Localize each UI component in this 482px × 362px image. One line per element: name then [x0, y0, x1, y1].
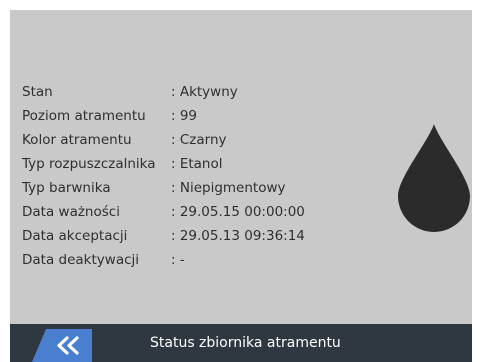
- deactivation-date-label: Data deaktywacji: [22, 252, 140, 268]
- dye-type-label: Typ barwnika: [22, 180, 111, 196]
- info-row-acceptance-date: Data akceptacji : 29.05.13 09:36:14: [22, 224, 305, 248]
- screen-title: Status zbiornika atramentu: [150, 335, 341, 351]
- info-row-expiry-date: Data ważności : 29.05.15 00:00:00: [22, 200, 305, 224]
- info-row-status: Stan : Aktywny: [22, 80, 305, 104]
- info-row-ink-color: Kolor atramentu : Czarny: [22, 128, 305, 152]
- solvent-type-value: : Etanol: [171, 156, 223, 172]
- ink-level-value: : 99: [171, 108, 198, 124]
- solvent-type-label: Typ rozpuszczalnika: [22, 156, 156, 172]
- dye-type-value: : Niepigmentowy: [171, 180, 286, 196]
- status-value: : Aktywny: [171, 84, 238, 100]
- info-row-solvent-type: Typ rozpuszczalnika : Etanol: [22, 152, 305, 176]
- status-label: Stan: [22, 84, 53, 100]
- bottom-bar: Status zbiornika atramentu: [10, 324, 472, 362]
- ink-color-label: Kolor atramentu: [22, 132, 132, 148]
- expiry-date-label: Data ważności: [22, 204, 120, 220]
- back-button[interactable]: [32, 329, 92, 362]
- ink-color-value: : Czarny: [171, 132, 227, 148]
- ink-info-list: Stan : Aktywny Poziom atramentu : 99 Kol…: [22, 80, 305, 272]
- info-row-ink-level: Poziom atramentu : 99: [22, 104, 305, 128]
- ink-drop-icon: [398, 124, 470, 232]
- ink-level-label: Poziom atramentu: [22, 108, 146, 124]
- deactivation-date-value: : -: [171, 252, 185, 268]
- info-row-dye-type: Typ barwnika : Niepigmentowy: [22, 176, 305, 200]
- ink-tank-status-screen: Stan : Aktywny Poziom atramentu : 99 Kol…: [10, 10, 472, 362]
- acceptance-date-label: Data akceptacji: [22, 228, 128, 244]
- info-row-deactivation-date: Data deaktywacji : -: [22, 248, 305, 272]
- acceptance-date-value: : 29.05.13 09:36:14: [171, 228, 305, 244]
- expiry-date-value: : 29.05.15 00:00:00: [171, 204, 305, 220]
- double-chevron-left-icon: [32, 329, 92, 362]
